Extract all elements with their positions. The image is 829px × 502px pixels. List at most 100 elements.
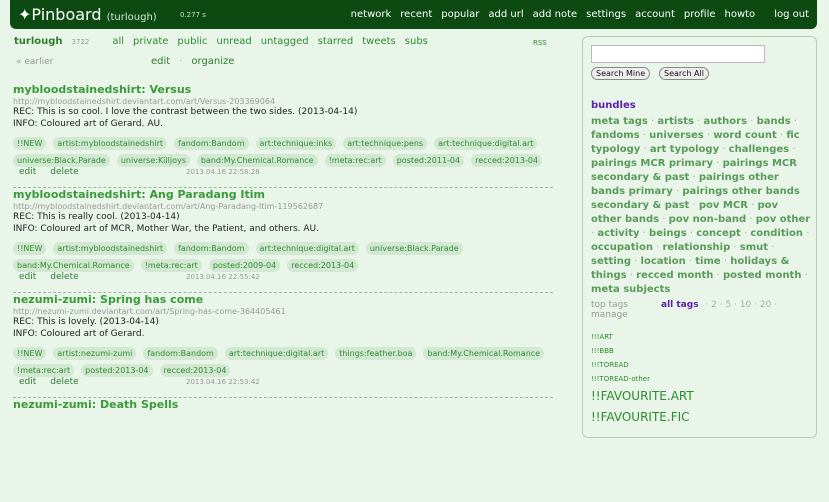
edit-link[interactable]: edit	[19, 167, 36, 177]
nav-account[interactable]: account	[635, 9, 675, 20]
bundle-link[interactable]: location	[641, 256, 686, 267]
bundle-link[interactable]: time	[695, 256, 720, 267]
tag-pill[interactable]: !meta:rec:art	[13, 364, 75, 377]
filter-public[interactable]: public	[177, 36, 207, 47]
tag-pill[interactable]: universe:Black.Parade	[365, 242, 463, 255]
bundle-link[interactable]: pov non-band	[669, 214, 746, 225]
min-count-2[interactable]: 2	[711, 300, 717, 310]
logout-link[interactable]: log out	[774, 9, 809, 20]
filter-all[interactable]: all	[112, 36, 124, 47]
min-count-5[interactable]: 5	[725, 300, 731, 310]
edit-link[interactable]: edit	[19, 377, 36, 387]
bundle-link[interactable]: activity	[597, 228, 639, 239]
earlier-link[interactable]: « earlier	[16, 57, 53, 67]
delete-link[interactable]: delete	[50, 272, 78, 282]
bundle-link[interactable]: concept	[696, 228, 741, 239]
search-all-button[interactable]: Search All	[659, 67, 709, 80]
bundle-link[interactable]: authors	[704, 116, 748, 127]
bundle-link[interactable]: pov other	[756, 214, 811, 225]
organize-link[interactable]: organize	[191, 56, 234, 67]
bundle-link[interactable]: setting	[591, 256, 631, 267]
tag-pill[interactable]: artist:mybloodstainedshirt	[53, 242, 168, 255]
tag-pill[interactable]: artist:nezumi-zumi	[53, 347, 137, 360]
tag-pill[interactable]: posted:2013-04	[81, 364, 153, 377]
nav-profile[interactable]: profile	[684, 9, 716, 20]
tag-pill[interactable]: universe:Killjoys	[116, 154, 190, 167]
bundle-link[interactable]: fandoms	[591, 130, 640, 141]
bookmark-title[interactable]: nezumi-zumi: Spring has come	[13, 293, 553, 306]
delete-link[interactable]: delete	[50, 167, 78, 177]
bookmark-url[interactable]: http://mybloodstainedshirt.deviantart.co…	[13, 202, 553, 211]
nav-settings[interactable]: settings	[586, 9, 626, 20]
bookmark-url[interactable]: http://nezumi-zumi.deviantart.com/art/Sp…	[13, 307, 553, 316]
tag-link[interactable]: !!FAVOURITE.ART	[591, 389, 694, 403]
tag-pill[interactable]: art:technique:pens	[343, 137, 428, 150]
bundle-link[interactable]: bands	[757, 116, 791, 127]
tag-pill[interactable]: art:technique:inks	[255, 137, 337, 150]
tag-pill[interactable]: !meta:rec:art	[140, 259, 202, 272]
search-mine-button[interactable]: Search Mine	[591, 67, 651, 80]
filter-tweets[interactable]: tweets	[362, 36, 396, 47]
tag-link[interactable]: !!!TOREAD-other	[591, 375, 650, 383]
tag-pill[interactable]: posted:2009-04	[208, 259, 281, 272]
tag-pill[interactable]: fandom:Bandom	[174, 137, 249, 150]
tag-pill[interactable]: fandom:Bandom	[174, 242, 249, 255]
tag-pill[interactable]: things:feather.boa	[335, 347, 417, 360]
tag-pill[interactable]: universe:Black.Parade	[13, 154, 110, 167]
nav-recent[interactable]: recent	[400, 9, 432, 20]
bundle-link[interactable]: smut	[740, 242, 768, 253]
logo[interactable]: ✦Pinboard (turlough)	[18, 5, 157, 24]
filter-starred[interactable]: starred	[318, 36, 354, 47]
tag-pill[interactable]: art:technique:digital.art	[434, 137, 538, 150]
delete-link[interactable]: delete	[50, 377, 78, 387]
bundle-link[interactable]: pov MCR	[699, 200, 748, 211]
bookmark-title[interactable]: mybloodstainedshirt: Ang Paradang Itim	[13, 188, 553, 201]
min-count-10[interactable]: 10	[740, 300, 751, 310]
filter-subs[interactable]: subs	[405, 36, 428, 47]
tag-pill[interactable]: band:My.Chemical.Romance	[196, 154, 318, 167]
nav-network[interactable]: network	[351, 9, 392, 20]
bundle-link[interactable]: universes	[649, 130, 704, 141]
tag-pill[interactable]: !!NEW	[13, 347, 47, 360]
bookmark-url[interactable]: http://mybloodstainedshirt.deviantart.co…	[13, 97, 553, 106]
tag-link[interactable]: !!!TOREAD	[591, 361, 629, 369]
user-link[interactable]: turlough	[14, 36, 63, 47]
tag-pill[interactable]: band:My.Chemical.Romance	[423, 347, 545, 360]
bundle-link[interactable]: condition	[750, 228, 803, 239]
tag-link[interactable]: !!!BBB	[591, 347, 614, 355]
bundle-link[interactable]: occupation	[591, 242, 653, 253]
bundle-link[interactable]: meta tags	[591, 116, 648, 127]
manage-link[interactable]: manage	[591, 310, 628, 320]
nav-add-note[interactable]: add note	[533, 9, 578, 20]
bundle-link[interactable]: artists	[657, 116, 694, 127]
bundle-link[interactable]: recced month	[636, 270, 713, 281]
filter-private[interactable]: private	[133, 36, 168, 47]
tag-pill[interactable]: art:technique:digital.art	[224, 347, 329, 360]
bundle-link[interactable]: meta subjects	[591, 284, 670, 295]
tag-pill[interactable]: !!NEW	[13, 137, 47, 150]
filter-unread[interactable]: unread	[217, 36, 252, 47]
tag-pill[interactable]: artist:mybloodstainedshirt	[53, 137, 168, 150]
nav-howto[interactable]: howto	[725, 9, 756, 20]
bundle-link[interactable]: pairings MCR primary	[591, 158, 713, 169]
tag-pill[interactable]: art:technique:digital.art	[255, 242, 359, 255]
top-tags-link[interactable]: top tags	[591, 300, 628, 310]
nav-popular[interactable]: popular	[441, 9, 479, 20]
tag-pill[interactable]: posted:2011-04	[392, 154, 465, 167]
bookmark-title[interactable]: mybloodstainedshirt: Versus	[13, 83, 553, 96]
tag-pill[interactable]: !!NEW	[13, 242, 47, 255]
rss-link[interactable]: RSS	[533, 39, 547, 47]
bundle-link[interactable]: word count	[713, 130, 777, 141]
tag-pill[interactable]: recced:2013-04	[471, 154, 543, 167]
bundle-link[interactable]: challenges	[729, 144, 789, 155]
tag-pill[interactable]: recced:2013-04	[159, 364, 231, 377]
bookmark-title[interactable]: nezumi-zumi: Death Spells	[13, 398, 553, 411]
filter-untagged[interactable]: untagged	[261, 36, 309, 47]
edit-link[interactable]: edit	[19, 272, 36, 282]
tag-link[interactable]: !!!ART	[591, 333, 613, 341]
bulk-edit-link[interactable]: edit	[151, 56, 170, 67]
nav-add-url[interactable]: add url	[488, 9, 523, 20]
tag-pill[interactable]: recced:2013-04	[287, 259, 359, 272]
bundle-link[interactable]: posted month	[723, 270, 802, 281]
min-count-20[interactable]: 20	[760, 300, 771, 310]
